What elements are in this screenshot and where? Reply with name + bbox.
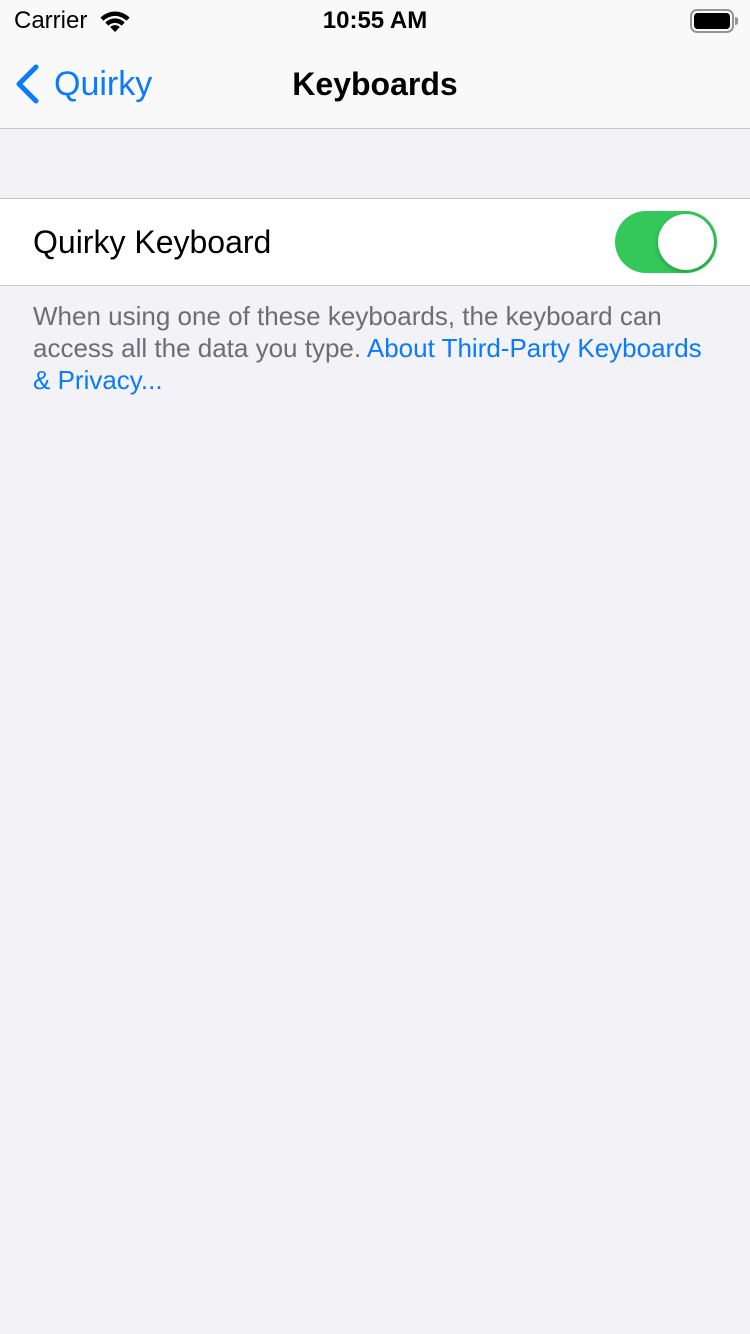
privacy-footer: When using one of these keyboards, the k… <box>33 300 723 396</box>
battery-full-icon <box>690 9 738 33</box>
keyboard-enabled-toggle[interactable] <box>615 211 717 273</box>
status-time: 10:55 AM <box>322 7 428 34</box>
page-title: Keyboards <box>292 66 458 102</box>
keyboard-cell: Quirky Keyboard <box>0 198 750 286</box>
navigation-bar: Quirky Keyboards <box>0 40 750 129</box>
keyboard-cell-label: Quirky Keyboard <box>33 224 272 260</box>
status-bar: Carrier 10:55 AM <box>0 0 750 40</box>
toggle-knob <box>658 214 714 270</box>
